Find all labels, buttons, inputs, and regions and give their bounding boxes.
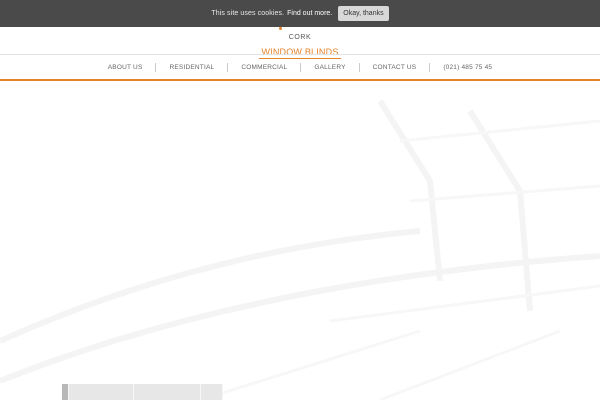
- gallery-thumbnail-strip: [62, 384, 223, 400]
- gallery-thumbnail[interactable]: [62, 384, 69, 400]
- logo-line-window-blinds: WINDOW BLINDS: [259, 47, 341, 59]
- gallery-thumbnail[interactable]: [201, 384, 223, 400]
- header-divider: [0, 54, 600, 55]
- gallery-thumbnail[interactable]: [68, 384, 134, 400]
- nav-item-about-us[interactable]: ABOUT US: [95, 64, 156, 71]
- nav-item-phone[interactable]: (021) 485 75 45: [430, 64, 505, 71]
- cookie-message: This site uses cookies.: [211, 10, 285, 17]
- gallery-thumbnail[interactable]: [133, 384, 202, 400]
- nav-item-residential[interactable]: RESIDENTIAL: [156, 64, 227, 71]
- site-logo[interactable]: CORK WINDOW BLINDS: [0, 33, 600, 60]
- hero-image: [0, 81, 600, 400]
- nav-item-contact-us[interactable]: CONTACT US: [360, 64, 430, 71]
- nav-item-commercial[interactable]: COMMERCIAL: [228, 64, 300, 71]
- cookie-bar: This site uses cookies. Find out more. O…: [0, 0, 600, 27]
- main-nav: ABOUT US RESIDENTIAL COMMERCIAL GALLERY …: [0, 59, 600, 76]
- logo-accent-dot: [279, 27, 282, 30]
- logo-line-cork: CORK: [288, 34, 312, 41]
- cookie-accept-button[interactable]: Okay, thanks: [338, 6, 389, 21]
- hero-faded-room-illustration: [0, 99, 600, 400]
- cookie-find-out-more-link[interactable]: Find out more.: [287, 10, 332, 17]
- nav-item-gallery[interactable]: GALLERY: [301, 64, 358, 71]
